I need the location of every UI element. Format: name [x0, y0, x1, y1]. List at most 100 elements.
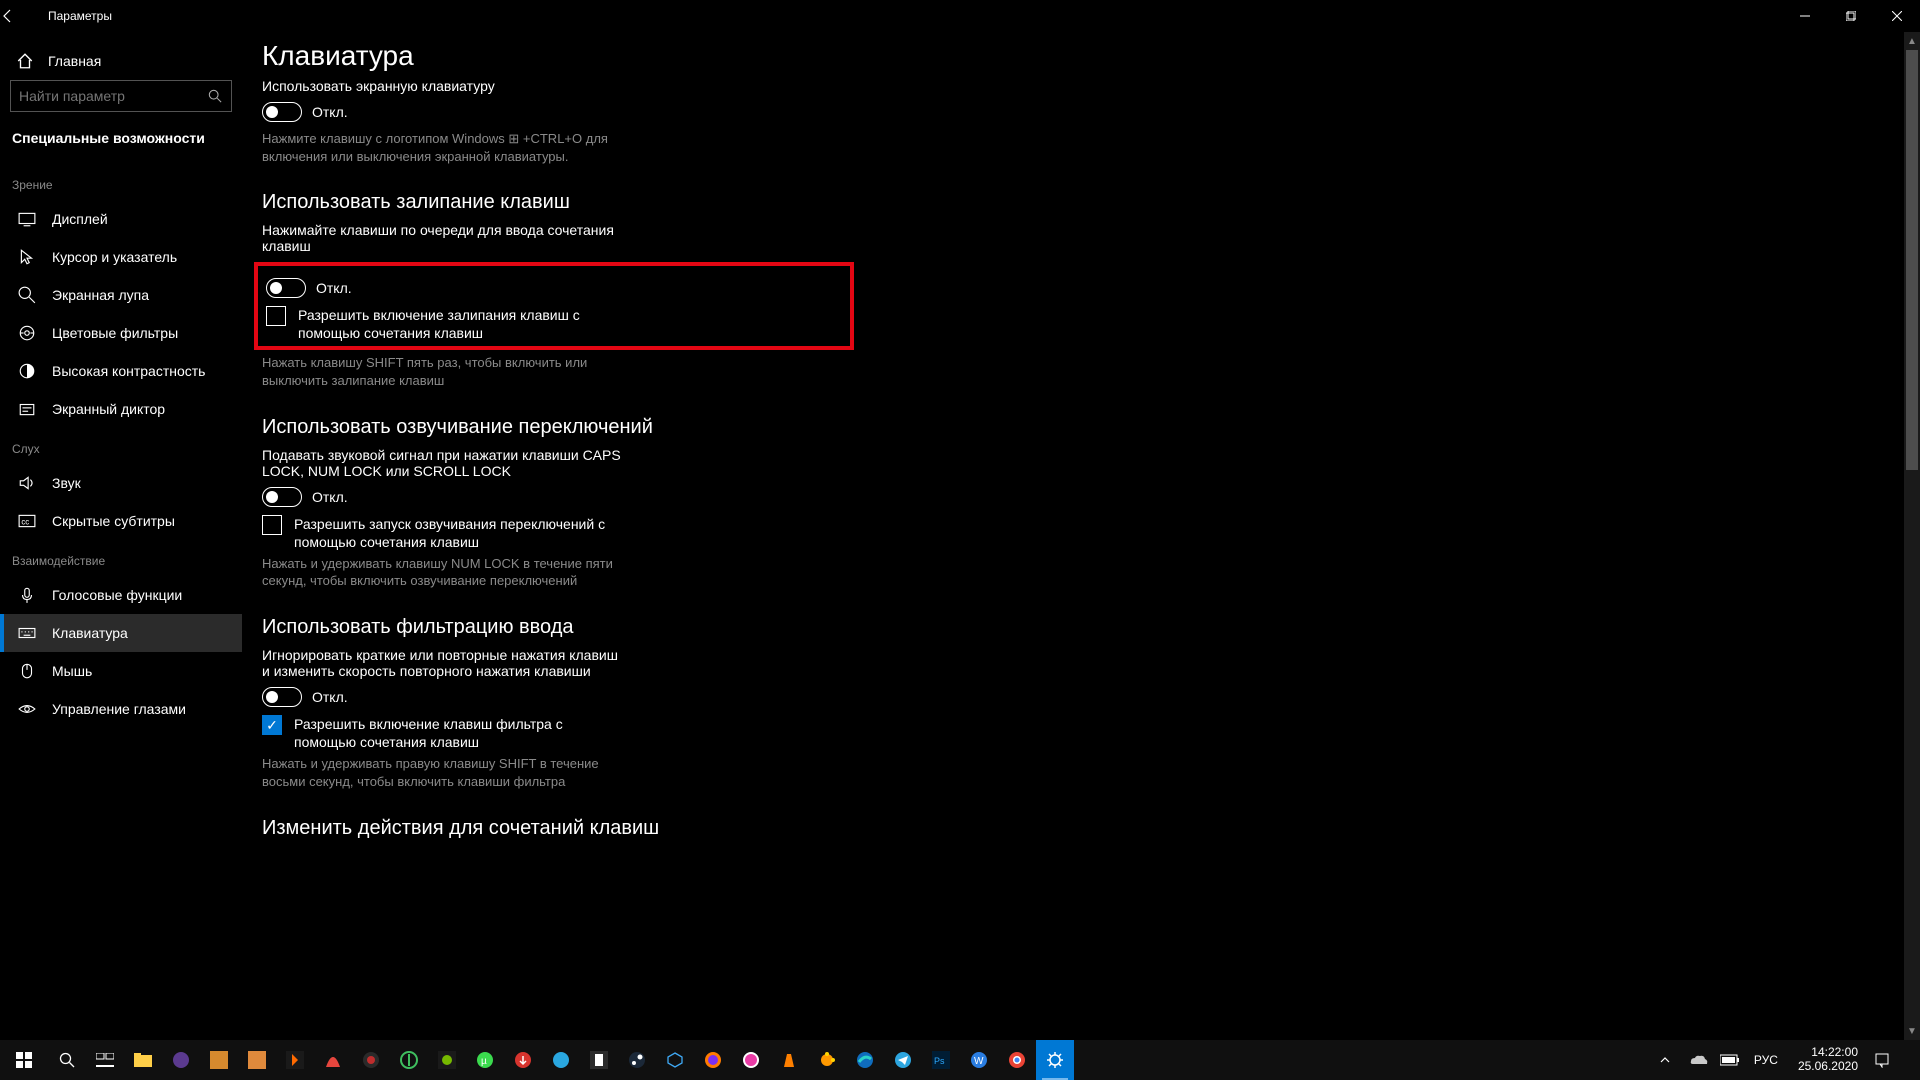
taskbar-app-vlc[interactable]: [770, 1040, 808, 1080]
sidebar-item-eye-control[interactable]: Управление глазами: [0, 690, 242, 728]
filterkeys-hint: Нажать и удерживать правую клавишу SHIFT…: [262, 755, 622, 790]
taskbar-app-11[interactable]: [542, 1040, 580, 1080]
tray-language[interactable]: РУС: [1750, 1053, 1782, 1067]
taskbar-app-1[interactable]: [162, 1040, 200, 1080]
scroll-thumb[interactable]: [1906, 50, 1918, 470]
taskbar-app-10[interactable]: [504, 1040, 542, 1080]
shortcuts-heading: Изменить действия для сочетаний клавиш: [262, 817, 854, 840]
start-button[interactable]: [0, 1040, 48, 1080]
contrast-icon: [18, 362, 36, 380]
taskbar-app-firefox[interactable]: [694, 1040, 732, 1080]
filterkeys-shortcut-checkbox[interactable]: ✓: [262, 715, 282, 735]
scroll-track[interactable]: [1904, 50, 1920, 1022]
taskbar-app-13[interactable]: [808, 1040, 846, 1080]
sidebar-home-label: Главная: [48, 53, 101, 69]
sidebar-home[interactable]: Главная: [0, 44, 242, 80]
sidebar-item-label: Мышь: [52, 663, 92, 679]
taskbar-app-itunes[interactable]: [732, 1040, 770, 1080]
tray-overflow-icon[interactable]: [1660, 1055, 1682, 1065]
taskbar-app-edge[interactable]: [846, 1040, 884, 1080]
highlight-box: Откл. Разрешить включение залипания клав…: [254, 262, 854, 350]
taskbar-app-12[interactable]: [656, 1040, 694, 1080]
filterkeys-desc: Игнорировать краткие или повторные нажат…: [262, 647, 622, 679]
system-tray: РУС 14:22:00 25.06.2020: [1656, 1040, 1920, 1080]
mic-icon: [18, 586, 36, 604]
search-icon: [208, 89, 231, 103]
tray-date: 25.06.2020: [1798, 1060, 1858, 1074]
cursor-icon: [18, 248, 36, 266]
taskbar-app-photoshop[interactable]: Ps: [922, 1040, 960, 1080]
taskbar-app-7[interactable]: [390, 1040, 428, 1080]
search-input[interactable]: [11, 88, 208, 104]
sticky-shortcut-checkbox[interactable]: [266, 306, 286, 326]
sidebar-item-label: Голосовые функции: [52, 587, 182, 603]
minimize-button[interactable]: [1782, 0, 1828, 32]
taskbar-app-2[interactable]: [200, 1040, 238, 1080]
sidebar-item-cursor[interactable]: Курсор и указатель: [0, 238, 242, 276]
taskbar-app-6[interactable]: [352, 1040, 390, 1080]
taskbar-search-button[interactable]: [48, 1040, 86, 1080]
sidebar-item-narrator[interactable]: Экранный диктор: [0, 390, 242, 428]
sidebar-item-label: Управление глазами: [52, 701, 186, 717]
sidebar-item-label: Дисплей: [52, 211, 108, 227]
taskbar-app-epic[interactable]: [580, 1040, 618, 1080]
filterkeys-toggle[interactable]: [262, 687, 302, 707]
sidebar-item-audio[interactable]: Звук: [0, 464, 242, 502]
sidebar-item-speech[interactable]: Голосовые функции: [0, 576, 242, 614]
tray-time: 14:22:00: [1798, 1046, 1858, 1060]
taskbar-app-explorer[interactable]: [124, 1040, 162, 1080]
togglekeys-toggle[interactable]: [262, 487, 302, 507]
sticky-shortcut-label: Разрешить включение залипания клавиш с п…: [298, 306, 626, 342]
taskbar-app-chrome[interactable]: [998, 1040, 1036, 1080]
sidebar-item-display[interactable]: Дисплей: [0, 200, 242, 238]
narrator-icon: [18, 400, 36, 418]
sidebar-item-keyboard[interactable]: Клавиатура: [0, 614, 242, 652]
tray-notifications-icon[interactable]: [1874, 1052, 1916, 1068]
sticky-toggle[interactable]: [266, 278, 306, 298]
scroll-up-icon[interactable]: ▲: [1904, 32, 1920, 50]
filterkeys-shortcut-label: Разрешить включение клавиш фильтра с пом…: [294, 715, 622, 751]
sidebar-item-label: Экранная лупа: [52, 287, 149, 303]
tray-battery-icon[interactable]: [1720, 1054, 1742, 1066]
sidebar-group-label: Зрение: [0, 164, 242, 200]
search-box[interactable]: [10, 80, 232, 112]
taskbar-app-steam[interactable]: [618, 1040, 656, 1080]
taskbar-app-3[interactable]: [238, 1040, 276, 1080]
taskbar-app-8[interactable]: [428, 1040, 466, 1080]
taskbar-app-telegram[interactable]: [884, 1040, 922, 1080]
togglekeys-shortcut-checkbox[interactable]: [262, 515, 282, 535]
sidebar: Главная Специальные возможности Зрение Д…: [0, 32, 242, 1040]
scroll-down-icon[interactable]: ▼: [1904, 1022, 1920, 1040]
tray-clock[interactable]: 14:22:00 25.06.2020: [1790, 1046, 1866, 1074]
osk-toggle[interactable]: [262, 102, 302, 122]
scrollbar[interactable]: ▲ ▼: [1904, 32, 1920, 1040]
back-button[interactable]: [0, 8, 48, 24]
sidebar-item-label: Клавиатура: [52, 625, 128, 641]
taskbar-app-9[interactable]: µ: [466, 1040, 504, 1080]
sidebar-item-mouse[interactable]: Мышь: [0, 652, 242, 690]
sidebar-item-color-filters[interactable]: Цветовые фильтры: [0, 314, 242, 352]
taskbar-app-4[interactable]: [276, 1040, 314, 1080]
taskbar-app-settings[interactable]: [1036, 1040, 1074, 1080]
sidebar-item-magnifier[interactable]: Экранная лупа: [0, 276, 242, 314]
sidebar-breadcrumb[interactable]: Специальные возможности: [0, 124, 242, 164]
maximize-button[interactable]: [1828, 0, 1874, 32]
osk-toggle-state: Откл.: [312, 104, 348, 120]
magnifier-icon: [18, 286, 36, 304]
sidebar-item-label: Звук: [52, 475, 81, 491]
taskbar-app-5[interactable]: [314, 1040, 352, 1080]
cc-icon: cc: [18, 512, 36, 530]
close-button[interactable]: [1874, 0, 1920, 32]
taskbar: µ Ps W РУС 14:22:00 25.06.2020: [0, 1040, 1920, 1080]
togglekeys-heading: Использовать озвучивание переключений: [262, 416, 854, 439]
keyboard-icon: [18, 624, 36, 642]
taskbar-app-14[interactable]: W: [960, 1040, 998, 1080]
sidebar-item-closed-captions[interactable]: cc Скрытые субтитры: [0, 502, 242, 540]
sidebar-item-high-contrast[interactable]: Высокая контрастность: [0, 352, 242, 390]
task-view-button[interactable]: [86, 1040, 124, 1080]
osk-hint: Нажмите клавишу с логотипом Windows ⊞ +C…: [262, 130, 622, 165]
window-titlebar: Параметры: [0, 0, 1920, 32]
sidebar-item-label: Скрытые субтитры: [52, 513, 175, 529]
window-title: Параметры: [48, 9, 112, 23]
tray-onedrive-icon[interactable]: [1690, 1054, 1712, 1066]
